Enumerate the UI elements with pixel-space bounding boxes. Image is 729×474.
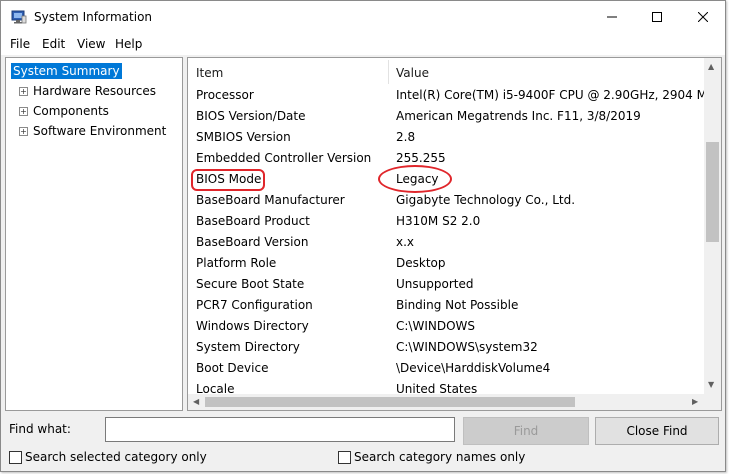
menu-view[interactable]: View [77, 37, 105, 51]
table-row[interactable]: System Directory C:\WINDOWS\system32 [188, 338, 706, 359]
table-row[interactable]: Platform Role Desktop [188, 254, 706, 275]
scroll-down-icon[interactable]: ▼ [708, 380, 714, 389]
row-value: x.x [396, 235, 415, 249]
expand-plus-icon[interactable]: + [19, 87, 28, 96]
scroll-up-icon[interactable]: ▲ [708, 62, 714, 71]
minimize-button[interactable] [589, 1, 635, 33]
row-item: BIOS Version/Date [196, 109, 306, 123]
row-value: C:\WINDOWS [396, 319, 476, 333]
row-value: \Device\HarddiskVolume4 [396, 361, 551, 375]
row-value: American Megatrends Inc. F11, 3/8/2019 [396, 109, 641, 123]
window-title: System Information [34, 10, 153, 24]
column-header-item[interactable]: Item [196, 66, 223, 80]
table-row[interactable]: Secure Boot State Unsupported [188, 275, 706, 296]
table-row[interactable]: BaseBoard Product H310M S2 2.0 [188, 212, 706, 233]
find-what-input[interactable] [105, 417, 455, 442]
tree-item-label: System Summary [11, 63, 122, 79]
table-row[interactable]: Processor Intel(R) Core(TM) i5-9400F CPU … [188, 86, 706, 107]
scroll-left-icon[interactable]: ◀ [193, 397, 199, 406]
row-item: Windows Directory [196, 319, 309, 333]
checkbox-label: Search selected category only [25, 450, 207, 464]
list-header: Item Value [188, 58, 706, 86]
system-information-window: System Information File Edit View Help S… [0, 0, 726, 472]
row-item: System Directory [196, 340, 300, 354]
search-category-names-checkbox-row[interactable]: Search category names only [338, 449, 558, 467]
horizontal-scroll-thumb[interactable] [205, 397, 575, 407]
row-value: H310M S2 2.0 [396, 214, 481, 228]
system-info-icon [11, 10, 27, 24]
table-row[interactable]: BIOS Mode Legacy [188, 170, 706, 191]
expand-plus-icon[interactable]: + [19, 127, 28, 136]
column-divider[interactable] [388, 60, 389, 84]
table-row[interactable]: SMBIOS Version 2.8 [188, 128, 706, 149]
table-row[interactable]: Embedded Controller Version 255.255 [188, 149, 706, 170]
maximize-icon [652, 12, 662, 22]
title-bar[interactable]: System Information [1, 1, 725, 33]
close-icon [698, 12, 708, 22]
row-value: Binding Not Possible [396, 298, 519, 312]
menu-edit[interactable]: Edit [42, 37, 65, 51]
row-value: C:\WINDOWS\system32 [396, 340, 538, 354]
row-item: Secure Boot State [196, 277, 305, 291]
search-category-names-checkbox[interactable] [338, 451, 351, 464]
close-button[interactable] [680, 1, 726, 33]
find-what-label: Find what: [9, 422, 71, 436]
category-tree[interactable]: System Summary + Hardware Resources + Co… [5, 57, 183, 411]
row-value: Desktop [396, 256, 446, 270]
table-row[interactable]: PCR7 Configuration Binding Not Possible [188, 296, 706, 317]
scroll-right-icon[interactable]: ▶ [692, 397, 698, 406]
row-value: 255.255 [396, 151, 446, 165]
tree-item-system-summary[interactable]: System Summary [6, 62, 176, 81]
row-value: Legacy [396, 172, 439, 186]
table-row[interactable]: BIOS Version/Date American Megatrends Inc… [188, 107, 706, 128]
row-item: BaseBoard Product [196, 214, 310, 228]
tree-item-label: Hardware Resources [33, 84, 157, 98]
close-find-button[interactable]: Close Find [595, 417, 719, 445]
row-value: Intel(R) Core(TM) i5-9400F CPU @ 2.90GHz… [396, 88, 706, 102]
tree-item-label: Components [33, 104, 109, 118]
find-button[interactable]: Find [463, 417, 589, 445]
checkbox-label: Search category names only [354, 450, 526, 464]
row-item: SMBIOS Version [196, 130, 291, 144]
menu-bar: File Edit View Help [1, 33, 725, 55]
vertical-scrollbar[interactable]: ▲ ▼ [704, 58, 721, 395]
scrollbar-corner [704, 394, 721, 410]
table-row[interactable]: Windows Directory C:\WINDOWS [188, 317, 706, 338]
tree-item-components[interactable]: + Components [6, 102, 176, 121]
row-item: Processor [196, 88, 254, 102]
row-item: Platform Role [196, 256, 277, 270]
row-item: BIOS Mode [196, 172, 262, 186]
minimize-icon [607, 16, 617, 18]
table-row[interactable]: BaseBoard Version x.x [188, 233, 706, 254]
search-selected-category-checkbox[interactable] [9, 451, 22, 464]
tree-item-hardware-resources[interactable]: + Hardware Resources [6, 82, 176, 101]
row-value: Unsupported [396, 277, 474, 291]
table-row[interactable]: BaseBoard Manufacturer Gigabyte Technolog… [188, 191, 706, 212]
row-item: Embedded Controller Version [196, 151, 372, 165]
list-rows: Processor Intel(R) Core(TM) i5-9400F CPU … [188, 86, 706, 396]
tree-item-software-environment[interactable]: + Software Environment [6, 122, 176, 141]
horizontal-scrollbar[interactable]: ◀ ▶ [188, 394, 706, 410]
column-header-value[interactable]: Value [396, 66, 429, 80]
menu-file[interactable]: File [10, 37, 30, 51]
expand-plus-icon[interactable]: + [19, 107, 28, 116]
row-item: PCR7 Configuration [196, 298, 313, 312]
row-item: BaseBoard Version [196, 235, 309, 249]
details-list: Item Value Processor Intel(R) Core(TM) i5… [187, 57, 722, 411]
row-value: Gigabyte Technology Co., Ltd. [396, 193, 576, 207]
maximize-button[interactable] [634, 1, 680, 33]
tree-item-label: Software Environment [33, 124, 167, 138]
row-item: BaseBoard Manufacturer [196, 193, 345, 207]
menu-help[interactable]: Help [115, 37, 142, 51]
table-row[interactable]: Boot Device \Device\HarddiskVolume4 [188, 359, 706, 380]
row-value: 2.8 [396, 130, 416, 144]
search-selected-category-checkbox-row[interactable]: Search selected category only [9, 449, 229, 467]
row-item: Boot Device [196, 361, 269, 375]
vertical-scroll-thumb[interactable] [706, 142, 719, 242]
